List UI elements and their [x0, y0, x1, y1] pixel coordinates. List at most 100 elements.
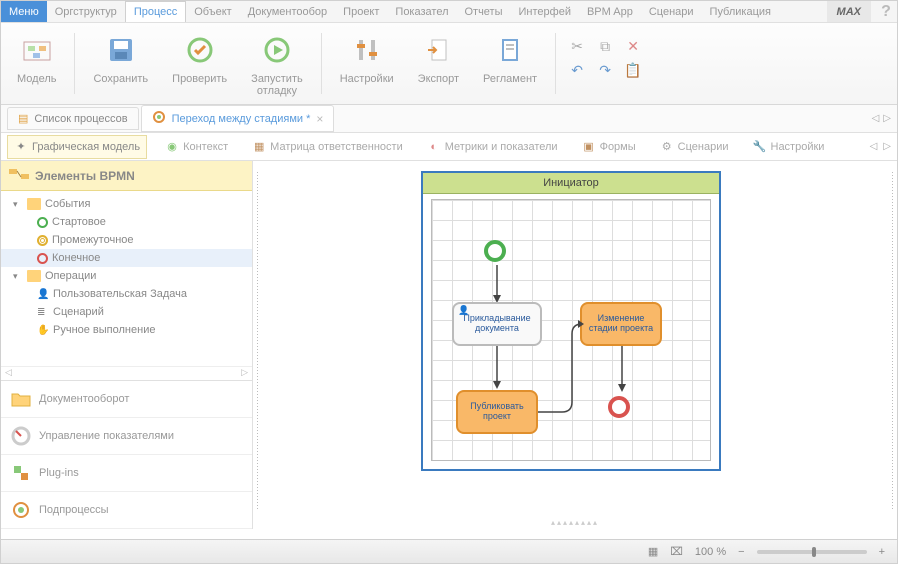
subtab-forms[interactable]: ▣ Формы — [576, 136, 642, 158]
gauge-icon: ◐ — [427, 140, 441, 154]
ribbon-label: Проверить — [172, 73, 227, 85]
menu-tab-interface[interactable]: Интерфей — [511, 1, 579, 22]
start-event-icon — [37, 217, 48, 228]
paste-icon[interactable]: 📋 — [624, 61, 642, 79]
zoom-out-icon[interactable]: − — [738, 546, 744, 558]
panel-label: Plug-ins — [39, 467, 79, 479]
puzzle-icon: ✦ — [14, 140, 28, 154]
subtab-metrics[interactable]: ◐ Метрики и показатели — [421, 136, 564, 158]
tree-label: Промежуточное — [52, 234, 134, 246]
main-area: Элементы BPMN ▾ События Стартовое Промеж… — [1, 161, 897, 529]
bpmn-pool[interactable]: Инициатор Прикладывание документа Публик… — [421, 171, 721, 471]
lane-header[interactable]: Инициатор — [423, 173, 719, 194]
menu-tab-scenarios[interactable]: Сценари — [641, 1, 702, 22]
panel-docs[interactable]: Документооборот — [1, 381, 252, 418]
ribbon-debug[interactable]: Запустить отладку — [245, 27, 309, 100]
menu-tab-org[interactable]: Оргструктур — [47, 1, 125, 22]
delete-icon[interactable]: ✕ — [624, 37, 642, 55]
ribbon-check[interactable]: Проверить — [166, 27, 233, 100]
bpmn-flow[interactable] — [492, 346, 502, 391]
debug-icon — [260, 33, 294, 67]
zoom-in-icon[interactable]: + — [879, 546, 885, 558]
tree-end-event[interactable]: Конечное — [1, 249, 252, 267]
menu-tab-process[interactable]: Процесс — [125, 1, 186, 22]
tree-label: События — [45, 198, 90, 210]
context-icon: ◉ — [165, 140, 179, 154]
bpmn-flow[interactable] — [538, 310, 584, 420]
tree-events[interactable]: ▾ События — [1, 195, 252, 213]
subtab-matrix[interactable]: ▦ Матрица ответственности — [246, 136, 409, 158]
tab-prev-icon[interactable]: ◁ — [872, 113, 880, 124]
diagram-canvas[interactable]: Инициатор Прикладывание документа Публик… — [253, 161, 897, 529]
status-bar: ▦ ⌧ 100 % − + — [1, 539, 897, 563]
max-button[interactable]: MAX — [827, 1, 871, 22]
menu-tab-docs[interactable]: Документообор — [240, 1, 335, 22]
tree-start-event[interactable]: Стартовое — [1, 213, 252, 231]
subtab-label: Матрица ответственности — [270, 141, 403, 153]
sidebar-header: Элементы BPMN — [1, 161, 252, 191]
zoom-slider[interactable] — [757, 550, 867, 554]
subtab-label: Графическая модель — [32, 141, 140, 153]
bpmn-script-task[interactable]: Публиковать проект — [456, 390, 538, 434]
grid-icon[interactable]: ▦ — [648, 545, 658, 558]
menu-tab-bpmapp[interactable]: BPM App — [579, 1, 641, 22]
tab-process-list[interactable]: ▤ Список процессов — [7, 107, 139, 130]
bpmn-end-event[interactable] — [608, 396, 630, 418]
bpmn-flow[interactable] — [617, 346, 627, 396]
check-icon — [183, 33, 217, 67]
tree-label: Стартовое — [52, 216, 106, 228]
collapse-icon[interactable]: ▾ — [13, 271, 23, 282]
tab-next-icon[interactable]: ▷ — [883, 113, 891, 124]
document-tabs: ▤ Список процессов Переход между стадиям… — [1, 105, 897, 133]
tab-transition[interactable]: Переход между стадиями * × — [141, 105, 335, 132]
redo-icon[interactable]: ↷ — [596, 61, 614, 79]
document-icon — [493, 33, 527, 67]
bpmn-grid[interactable]: Прикладывание документа Публиковать прое… — [431, 199, 711, 461]
copy-icon[interactable]: ⧉ — [596, 37, 614, 55]
bpmn-user-task[interactable]: Прикладывание документа — [452, 302, 542, 346]
subtab-settings[interactable]: 🔧 Настройки — [747, 136, 831, 158]
bpmn-flow[interactable] — [492, 265, 502, 305]
subtab-prev-icon[interactable]: ◁ — [870, 141, 878, 152]
ribbon-save[interactable]: Сохранить — [87, 27, 154, 100]
undo-icon[interactable]: ↶ — [568, 61, 586, 79]
panel-indicators[interactable]: Управление показателями — [1, 418, 252, 455]
help-icon[interactable]: ? — [875, 1, 897, 22]
user-task-icon: 👤 — [37, 289, 49, 300]
collapse-icon[interactable]: ▾ — [13, 199, 23, 210]
cut-icon[interactable]: ✂ — [568, 37, 586, 55]
ribbon-model[interactable]: Модель — [11, 27, 62, 100]
camera-icon[interactable]: ⌧ — [670, 545, 683, 558]
ribbon-export[interactable]: Экспорт — [412, 27, 465, 100]
panel-label: Документооборот — [39, 393, 129, 405]
menu-tab-indicators[interactable]: Показател — [387, 1, 456, 22]
resize-handle[interactable]: ▴▴▴▴▴▴▴▴ — [551, 518, 599, 527]
ribbon-reglament[interactable]: Регламент — [477, 27, 543, 100]
close-icon[interactable]: × — [316, 112, 323, 126]
intermediate-event-icon — [37, 235, 48, 246]
subtab-scenarios[interactable]: ⚙ Сценарии — [654, 136, 735, 158]
menu-tab-project[interactable]: Проект — [335, 1, 387, 22]
menu-tab-reports[interactable]: Отчеты — [456, 1, 510, 22]
tree-intermediate-event[interactable]: Промежуточное — [1, 231, 252, 249]
tree-operations[interactable]: ▾ Операции — [1, 267, 252, 285]
bpmn-start-event[interactable] — [484, 240, 506, 262]
panel-plugins[interactable]: Plug-ins — [1, 455, 252, 492]
matrix-icon: ▦ — [252, 140, 266, 154]
subtab-next-icon[interactable]: ▷ — [883, 141, 891, 152]
panel-subprocesses[interactable]: Подпроцессы — [1, 492, 252, 529]
ribbon-settings[interactable]: Настройки — [334, 27, 400, 100]
tree-manual-task[interactable]: ✋ Ручное выполнение — [1, 321, 252, 339]
menu-tab-publish[interactable]: Публикация — [702, 1, 779, 22]
menu-tab-object[interactable]: Объект — [186, 1, 239, 22]
end-event-icon — [37, 253, 48, 264]
subtab-context[interactable]: ◉ Контекст — [159, 136, 234, 158]
bpmn-script-task[interactable]: Изменение стадии проекта — [580, 302, 662, 346]
tree-script-task[interactable]: ≣ Сценарий — [1, 303, 252, 321]
menu-button[interactable]: Меню — [1, 1, 47, 22]
subtab-graphic-model[interactable]: ✦ Графическая модель — [7, 135, 147, 159]
panel-label: Управление показателями — [39, 430, 174, 442]
sidebar-scroll[interactable]: ◁▷ — [1, 366, 252, 380]
tree-user-task[interactable]: 👤 Пользовательская Задача — [1, 285, 252, 303]
tree-label: Операции — [45, 270, 96, 282]
